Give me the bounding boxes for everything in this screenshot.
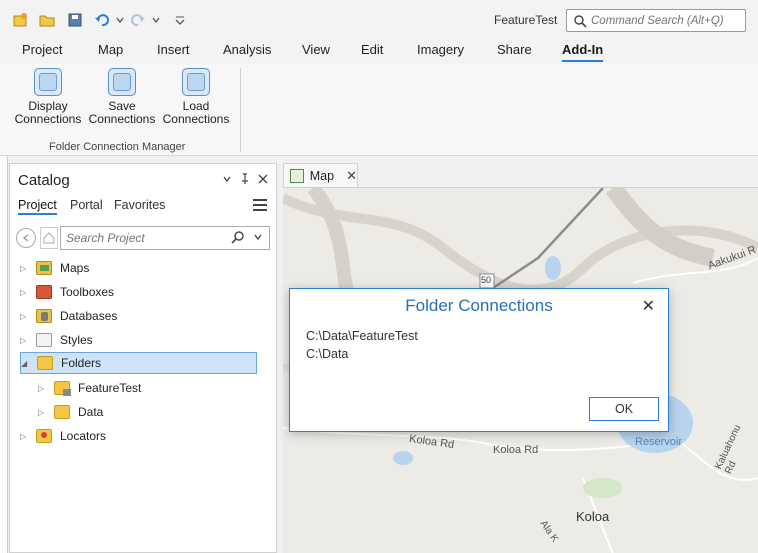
expand-arrow-icon[interactable]: ▷ [20,264,30,273]
save-connections-icon [108,68,136,96]
home-icon[interactable] [40,227,58,249]
tree-item-styles[interactable]: ▷ Styles [20,329,270,351]
menu-icon[interactable] [253,199,267,211]
tab-project[interactable]: Project [22,42,62,57]
expand-arrow-icon[interactable]: ▷ [38,408,48,417]
tab-view[interactable]: View [302,42,330,57]
catalog-tab-favorites[interactable]: Favorites [114,198,165,212]
tree-item-databases[interactable]: ▷ Databases [20,305,270,327]
map-label: Koloa Rd [493,444,539,456]
tree-item-data[interactable]: ▷ Data [38,401,268,423]
map-label: Reservoir [635,436,683,448]
close-icon[interactable]: ✕ [642,296,655,316]
catalog-search-box[interactable] [60,226,270,250]
tab-map[interactable]: Map [98,42,123,57]
tab-share[interactable]: Share [497,42,532,57]
command-search[interactable] [566,9,746,32]
undo-icon[interactable] [92,10,112,30]
maps-icon [36,261,52,275]
catalog-pane: Catalog Project Portal Favorites ▷ Maps … [9,163,277,553]
save-project-icon[interactable] [65,10,85,30]
save-connections-button[interactable]: Save Connections [86,68,158,126]
ribbon-tabs: Project Map Insert Analysis View Edit Im… [0,38,758,64]
catalog-title: Catalog [18,172,70,189]
display-connections-icon [34,68,62,96]
load-connections-icon [182,68,210,96]
redo-icon[interactable] [128,10,148,30]
folder-icon [37,356,53,370]
app-title: FeatureTest [494,13,558,27]
customize-toolbar-icon[interactable] [170,10,190,30]
display-connections-button[interactable]: Display Connections [12,68,84,126]
undo-dropdown-icon[interactable] [110,10,130,30]
catalog-search-row [16,226,270,250]
ribbon-body: Display Connections Save Connections Loa… [0,64,758,156]
connection-path: C:\Data\FeatureTest [306,329,418,343]
search-icon [574,14,587,28]
highway-shield: 50 [481,275,492,285]
chevron-down-icon[interactable] [253,232,263,242]
tab-analysis[interactable]: Analysis [223,42,271,57]
tab-add-in[interactable]: Add-In [562,42,604,62]
catalog-tab-portal[interactable]: Portal [70,198,103,212]
ok-button[interactable]: OK [589,397,659,421]
ribbon-group-label: Folder Connection Manager [49,141,186,153]
close-icon[interactable]: ✕ [346,168,357,184]
left-edge-panel [0,156,8,553]
tree-item-locators[interactable]: ▷ Locators [20,425,270,447]
expand-arrow-icon[interactable]: ▷ [20,312,30,321]
tree-item-featuretest[interactable]: ▷ FeatureTest [38,377,268,399]
close-icon[interactable] [256,172,270,186]
title-bar: FeatureTest [0,0,758,38]
tab-insert[interactable]: Insert [157,42,190,57]
open-project-icon[interactable] [37,10,57,30]
back-icon[interactable] [16,228,36,248]
command-search-input[interactable] [591,14,741,27]
locator-icon [36,429,52,443]
map-icon [290,168,304,183]
ribbon-group-divider [240,68,241,152]
tree-item-toolboxes[interactable]: ▷ Toolboxes [20,281,270,303]
pane-options-icon[interactable] [220,172,234,186]
folder-icon [54,405,70,419]
expand-arrow-icon[interactable]: ▷ [38,384,48,393]
load-connections-button[interactable]: Load Connections [160,68,232,126]
folder-connections-dialog: Folder Connections ✕ C:\Data\FeatureTest… [289,288,669,432]
database-icon [36,309,52,323]
expand-arrow-icon[interactable]: ▷ [20,336,30,345]
tree-item-folders[interactable]: ◢ Folders [20,352,257,374]
pin-icon[interactable] [238,172,252,186]
tab-edit[interactable]: Edit [361,42,383,57]
tab-imagery[interactable]: Imagery [417,42,464,57]
catalog-tab-project[interactable]: Project [18,198,57,215]
dialog-title: Folder Connections [405,296,553,315]
tab-map-view[interactable]: Map ✕ [283,163,358,187]
connection-path: C:\Data [306,347,349,361]
new-project-icon[interactable] [10,10,30,30]
expand-arrow-icon[interactable]: ▷ [20,432,30,441]
collapse-arrow-icon[interactable]: ◢ [21,359,31,368]
folder-home-icon [54,381,71,396]
map-label: Koloa [576,509,610,524]
search-icon[interactable] [231,230,245,244]
redo-dropdown-icon[interactable] [146,10,166,30]
tree-item-maps[interactable]: ▷ Maps [20,257,270,279]
toolbox-icon [36,285,52,299]
styles-icon [36,333,52,347]
catalog-search-input[interactable] [66,231,226,245]
map-tab-label: Map [309,168,335,183]
expand-arrow-icon[interactable]: ▷ [20,288,30,297]
